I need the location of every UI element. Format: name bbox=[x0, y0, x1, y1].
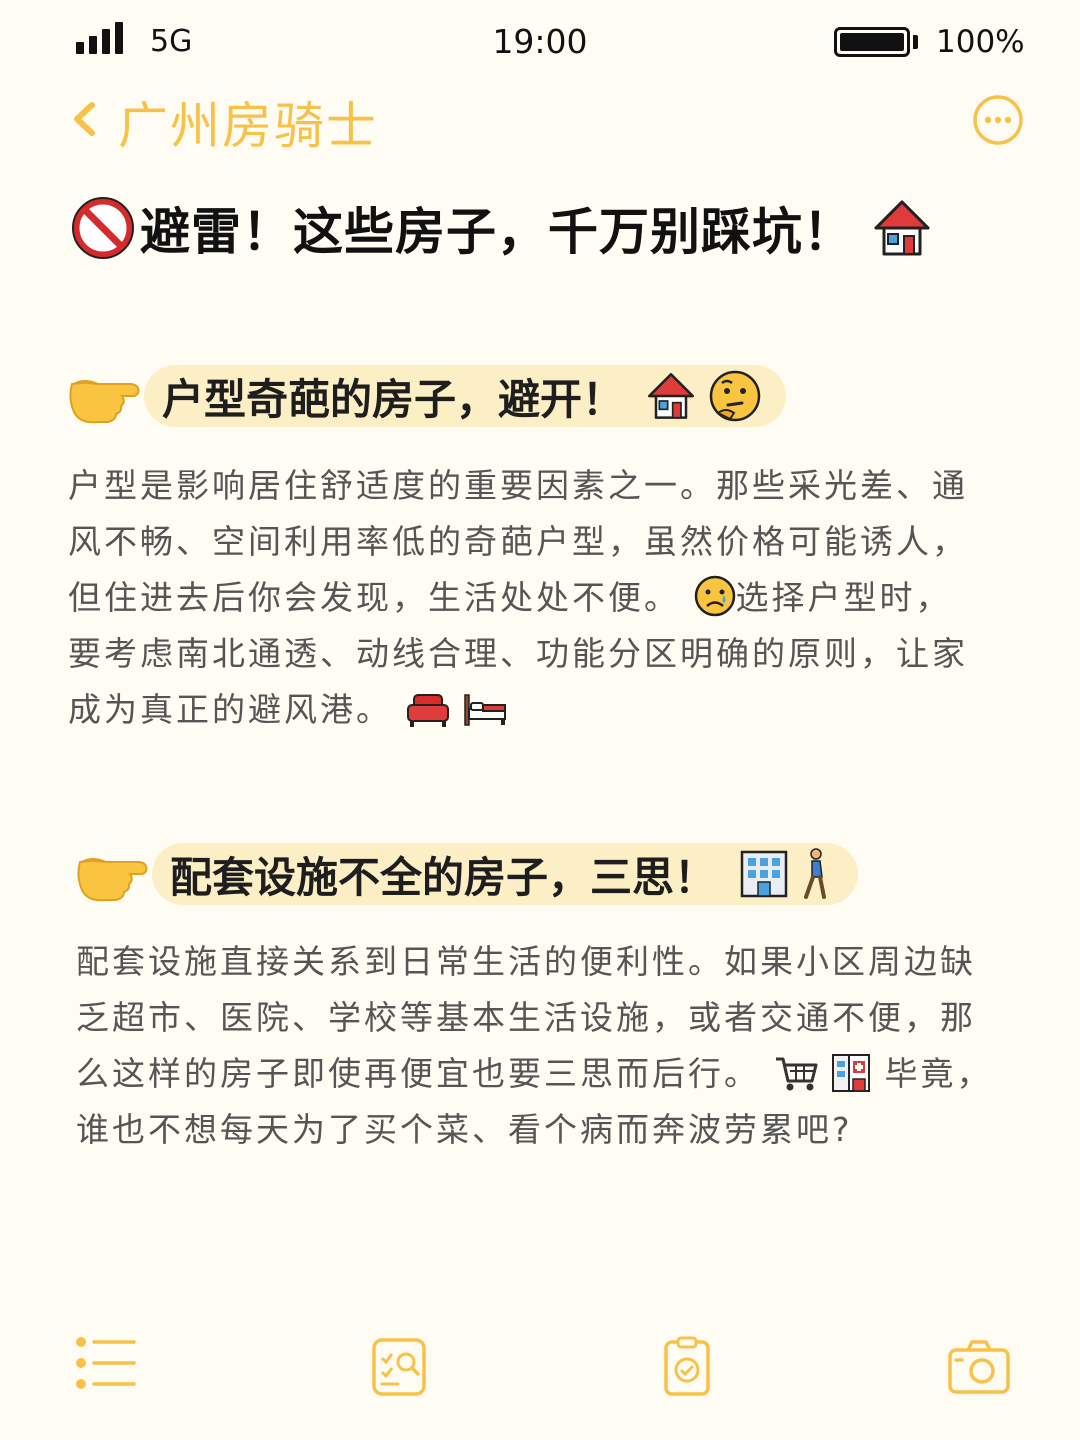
house-icon bbox=[874, 200, 930, 256]
nav-title: 广州房骑士 bbox=[118, 97, 378, 155]
section-2-paragraph: 配套设施直接关系到日常生活的便利性。如果小区周边缺乏超市、医院、学校等基本生活设… bbox=[76, 934, 996, 1158]
status-bar: 5G 19:00 100% bbox=[0, 0, 1080, 86]
sofa-icon bbox=[406, 694, 449, 727]
list-icon[interactable] bbox=[72, 1330, 138, 1396]
section-1-header: 户型奇葩的房子，避开！ bbox=[64, 364, 787, 428]
headline-text: 避雷！这些房子，千万别踩坑！ bbox=[140, 203, 854, 261]
section-2-title: 配套设施不全的房子，三思！ bbox=[170, 852, 717, 902]
battery-icon bbox=[834, 27, 910, 57]
thinking-face-icon bbox=[709, 370, 761, 422]
section-2-title-pill: 配套设施不全的房子，三思！ bbox=[152, 843, 859, 905]
section-1-paragraph: 户型是影响居住舒适度的重要因素之一。那些采光差、通风不畅、空间利用率低的奇葩户型… bbox=[68, 458, 980, 738]
shopping-cart-icon bbox=[775, 1057, 817, 1091]
walking-person-icon bbox=[804, 848, 827, 899]
battery-percent: 100% bbox=[936, 24, 1025, 60]
sad-face-icon bbox=[694, 575, 735, 617]
status-time: 19:00 bbox=[492, 22, 588, 61]
pointing-hand-icon bbox=[77, 858, 148, 902]
search-document-icon[interactable] bbox=[366, 1334, 432, 1400]
camera-icon[interactable] bbox=[946, 1334, 1012, 1400]
more-circle-icon[interactable] bbox=[972, 94, 1024, 146]
pointing-hand-icon bbox=[69, 380, 140, 424]
battery-cap bbox=[913, 35, 918, 49]
office-building-icon bbox=[740, 850, 788, 898]
chevron-left-icon[interactable] bbox=[66, 100, 104, 138]
house-icon bbox=[648, 373, 694, 419]
battery-fill bbox=[840, 33, 904, 51]
section-1-title: 户型奇葩的房子，避开！ bbox=[162, 374, 625, 424]
section-2-header: 配套设施不全的房子，三思！ bbox=[72, 842, 859, 906]
page-headline: 避雷！这些房子，千万别踩坑！ bbox=[72, 188, 1032, 268]
hospital-icon bbox=[832, 1054, 870, 1092]
clipboard-check-icon[interactable] bbox=[654, 1334, 720, 1400]
section-1-title-pill: 户型奇葩的房子，避开！ bbox=[144, 365, 787, 427]
no-entry-icon bbox=[72, 197, 134, 259]
bed-icon bbox=[464, 694, 506, 726]
